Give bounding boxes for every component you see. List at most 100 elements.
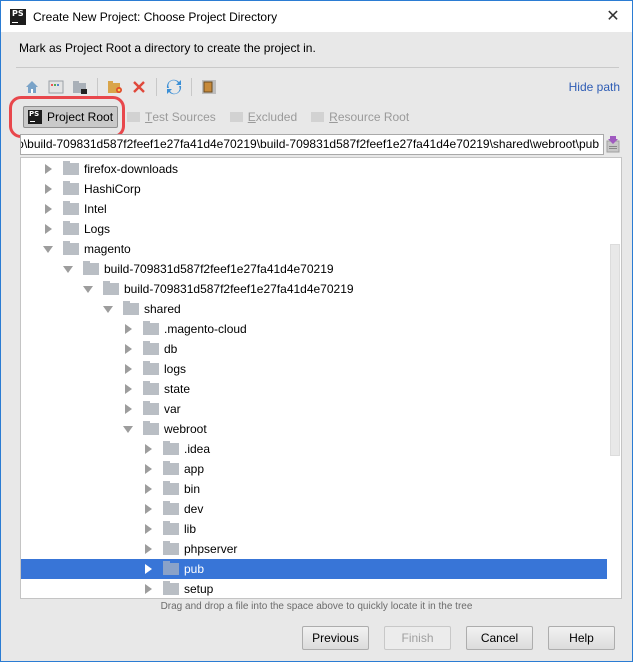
folder-icon xyxy=(127,112,141,122)
show-hidden-icon[interactable] xyxy=(200,78,218,96)
expand-arrow-icon[interactable] xyxy=(43,184,53,194)
folder-icon xyxy=(143,421,159,435)
tree-row[interactable]: phpserver xyxy=(21,539,607,559)
tree-row-label: app xyxy=(184,462,205,476)
folder-icon xyxy=(163,481,179,495)
create-project-dialog: PS Create New Project: Choose Project Di… xyxy=(0,0,633,662)
folder-icon xyxy=(63,221,79,235)
title-bar: PS Create New Project: Choose Project Di… xyxy=(1,1,632,32)
browse-path-icon[interactable] xyxy=(606,135,620,153)
folder-icon xyxy=(83,261,99,275)
path-field[interactable]: to\build-709831d587f2feef1e27fa41d4e7021… xyxy=(20,134,604,155)
tree-row[interactable]: dev xyxy=(21,499,607,519)
finish-button[interactable]: Finish xyxy=(384,626,451,650)
folder-icon xyxy=(163,541,179,555)
folder-icon xyxy=(63,241,79,255)
folder-icon xyxy=(123,301,139,315)
desktop-icon[interactable] xyxy=(47,78,65,96)
project-folder-icon[interactable] xyxy=(71,78,89,96)
tree-row-label: firefox-downloads xyxy=(84,162,179,176)
test-sources-label: est Sources xyxy=(152,110,216,124)
expand-arrow-icon[interactable] xyxy=(123,384,133,394)
instruction-text: Mark as Project Root a directory to crea… xyxy=(19,41,316,55)
expand-arrow-icon[interactable] xyxy=(43,164,53,174)
tree-row[interactable]: .idea xyxy=(21,439,607,459)
tree-row[interactable]: firefox-downloads xyxy=(21,159,607,179)
tree-row[interactable]: magento xyxy=(21,239,607,259)
folder-icon xyxy=(163,581,179,595)
tree-row[interactable]: Intel xyxy=(21,199,607,219)
expand-arrow-icon[interactable] xyxy=(143,564,153,574)
test-sources-toggle[interactable]: Test Sources xyxy=(122,106,221,128)
tree-row[interactable]: build-709831d587f2feef1e27fa41d4e70219 xyxy=(21,259,607,279)
collapse-arrow-icon[interactable] xyxy=(103,304,113,314)
tree-row[interactable]: shared xyxy=(21,299,607,319)
expand-arrow-icon[interactable] xyxy=(123,324,133,334)
tree-row[interactable]: HashiCorp xyxy=(21,179,607,199)
resource-root-toggle[interactable]: Resource Root xyxy=(306,106,414,128)
expand-arrow-icon[interactable] xyxy=(43,224,53,234)
cancel-button[interactable]: Cancel xyxy=(466,626,533,650)
tree-row-label: Logs xyxy=(84,222,111,236)
tree-row-label: dev xyxy=(184,502,204,516)
expand-arrow-icon[interactable] xyxy=(143,544,153,554)
tree-row-label: shared xyxy=(144,302,181,316)
vertical-scrollbar[interactable] xyxy=(607,158,621,598)
expand-arrow-icon[interactable] xyxy=(143,444,153,454)
tree-row[interactable]: pub xyxy=(21,559,607,579)
tree-row[interactable]: setup xyxy=(21,579,607,598)
tree-row-label: magento xyxy=(84,242,131,256)
tree-row[interactable]: app xyxy=(21,459,607,479)
new-folder-icon[interactable] xyxy=(106,78,124,96)
tree-row[interactable]: var xyxy=(21,399,607,419)
drag-drop-hint: Drag and drop a file into the space abov… xyxy=(160,601,473,612)
tree-row[interactable]: bin xyxy=(21,479,607,499)
excluded-toggle[interactable]: Excluded xyxy=(225,106,302,128)
tree-row[interactable]: state xyxy=(21,379,607,399)
hide-path-link[interactable]: Hide path xyxy=(569,80,620,94)
phpstorm-logo-icon: PS xyxy=(28,110,42,124)
tree-row[interactable]: logs xyxy=(21,359,607,379)
collapse-arrow-icon[interactable] xyxy=(123,424,133,434)
collapse-arrow-icon[interactable] xyxy=(83,284,93,294)
tree-row-label: setup xyxy=(184,582,214,596)
directory-tree[interactable]: setup pub phpserver lib dev bin app .idea webroo… xyxy=(20,157,622,599)
mnemonic: R xyxy=(329,110,338,124)
delete-icon[interactable] xyxy=(130,78,148,96)
mnemonic: E xyxy=(247,110,256,124)
expand-arrow-icon[interactable] xyxy=(143,524,153,534)
tree-row[interactable]: build-709831d587f2feef1e27fa41d4e70219 xyxy=(21,279,607,299)
tree-row-label: lib xyxy=(184,522,197,536)
tree-row-label: build-709831d587f2feef1e27fa41d4e70219 xyxy=(104,262,334,276)
folder-icon xyxy=(63,161,79,175)
tree-row[interactable]: .magento-cloud xyxy=(21,319,607,339)
tree-row-label: var xyxy=(164,402,181,416)
expand-arrow-icon[interactable] xyxy=(143,504,153,514)
refresh-icon[interactable] xyxy=(165,78,183,96)
expand-arrow-icon[interactable] xyxy=(43,204,53,214)
tree-row-label: state xyxy=(164,382,191,396)
tree-row[interactable]: webroot xyxy=(21,419,607,439)
collapse-arrow-icon[interactable] xyxy=(43,244,53,254)
home-icon[interactable] xyxy=(23,78,41,96)
help-button[interactable]: Help xyxy=(548,626,615,650)
tree-row[interactable]: db xyxy=(21,339,607,359)
expand-arrow-icon[interactable] xyxy=(143,584,153,594)
close-button[interactable]: ✕ xyxy=(604,7,622,25)
expand-arrow-icon[interactable] xyxy=(123,344,133,354)
expand-arrow-icon[interactable] xyxy=(143,484,153,494)
folder-icon xyxy=(229,112,243,122)
dialog-buttons: Previous Finish Cancel Help xyxy=(302,626,615,650)
tree-row[interactable]: lib xyxy=(21,519,607,539)
expand-arrow-icon[interactable] xyxy=(123,404,133,414)
tree-row-label: Intel xyxy=(84,202,107,216)
tree-row[interactable]: Logs xyxy=(21,219,607,239)
expand-arrow-icon[interactable] xyxy=(143,464,153,474)
expand-arrow-icon[interactable] xyxy=(123,364,133,374)
previous-button[interactable]: Previous xyxy=(302,626,369,650)
collapse-arrow-icon[interactable] xyxy=(63,264,73,274)
scrollbar-thumb[interactable] xyxy=(610,244,620,456)
tree-row-label: .idea xyxy=(184,442,211,456)
project-root-toggle[interactable]: PS Project Root xyxy=(23,106,119,128)
folder-icon xyxy=(143,341,159,355)
